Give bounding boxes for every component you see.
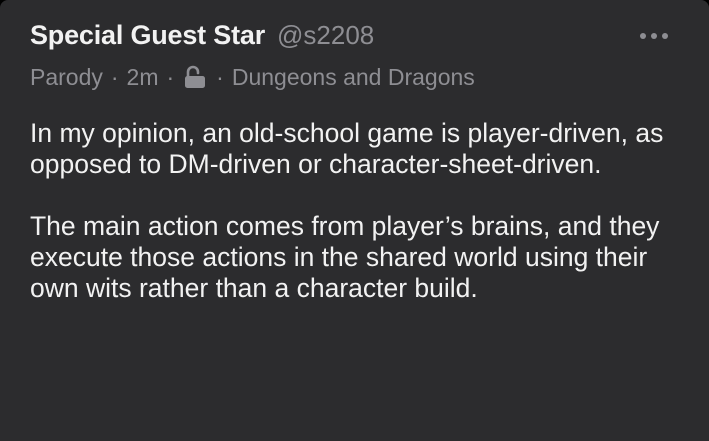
more-horizontal-icon [640,33,668,39]
meta-separator: · [216,63,224,90]
post-card: Special Guest Star @s2208 Parody · 2m · … [0,0,709,441]
more-options-button[interactable] [637,26,671,46]
post-paragraph: The main action comes from player’s brai… [30,211,660,303]
parody-label: Parody [30,63,103,90]
community-link[interactable]: Dungeons and Dragons [232,64,475,91]
post-body: In my opinion, an old-school game is pla… [30,118,690,335]
unlocked-padlock-icon [184,65,206,89]
author-display-name[interactable]: Special Guest Star [30,20,265,51]
post-header: Special Guest Star @s2208 [30,16,374,54]
post-timestamp[interactable]: 2m [127,64,159,91]
meta-separator: · [110,63,119,90]
meta-separator: · [166,63,175,90]
post-meta: Parody · 2m · · Dungeons and Dragons [30,60,475,94]
author-handle[interactable]: @s2208 [277,20,374,51]
post-paragraph: In my opinion, an old-school game is pla… [30,118,664,179]
